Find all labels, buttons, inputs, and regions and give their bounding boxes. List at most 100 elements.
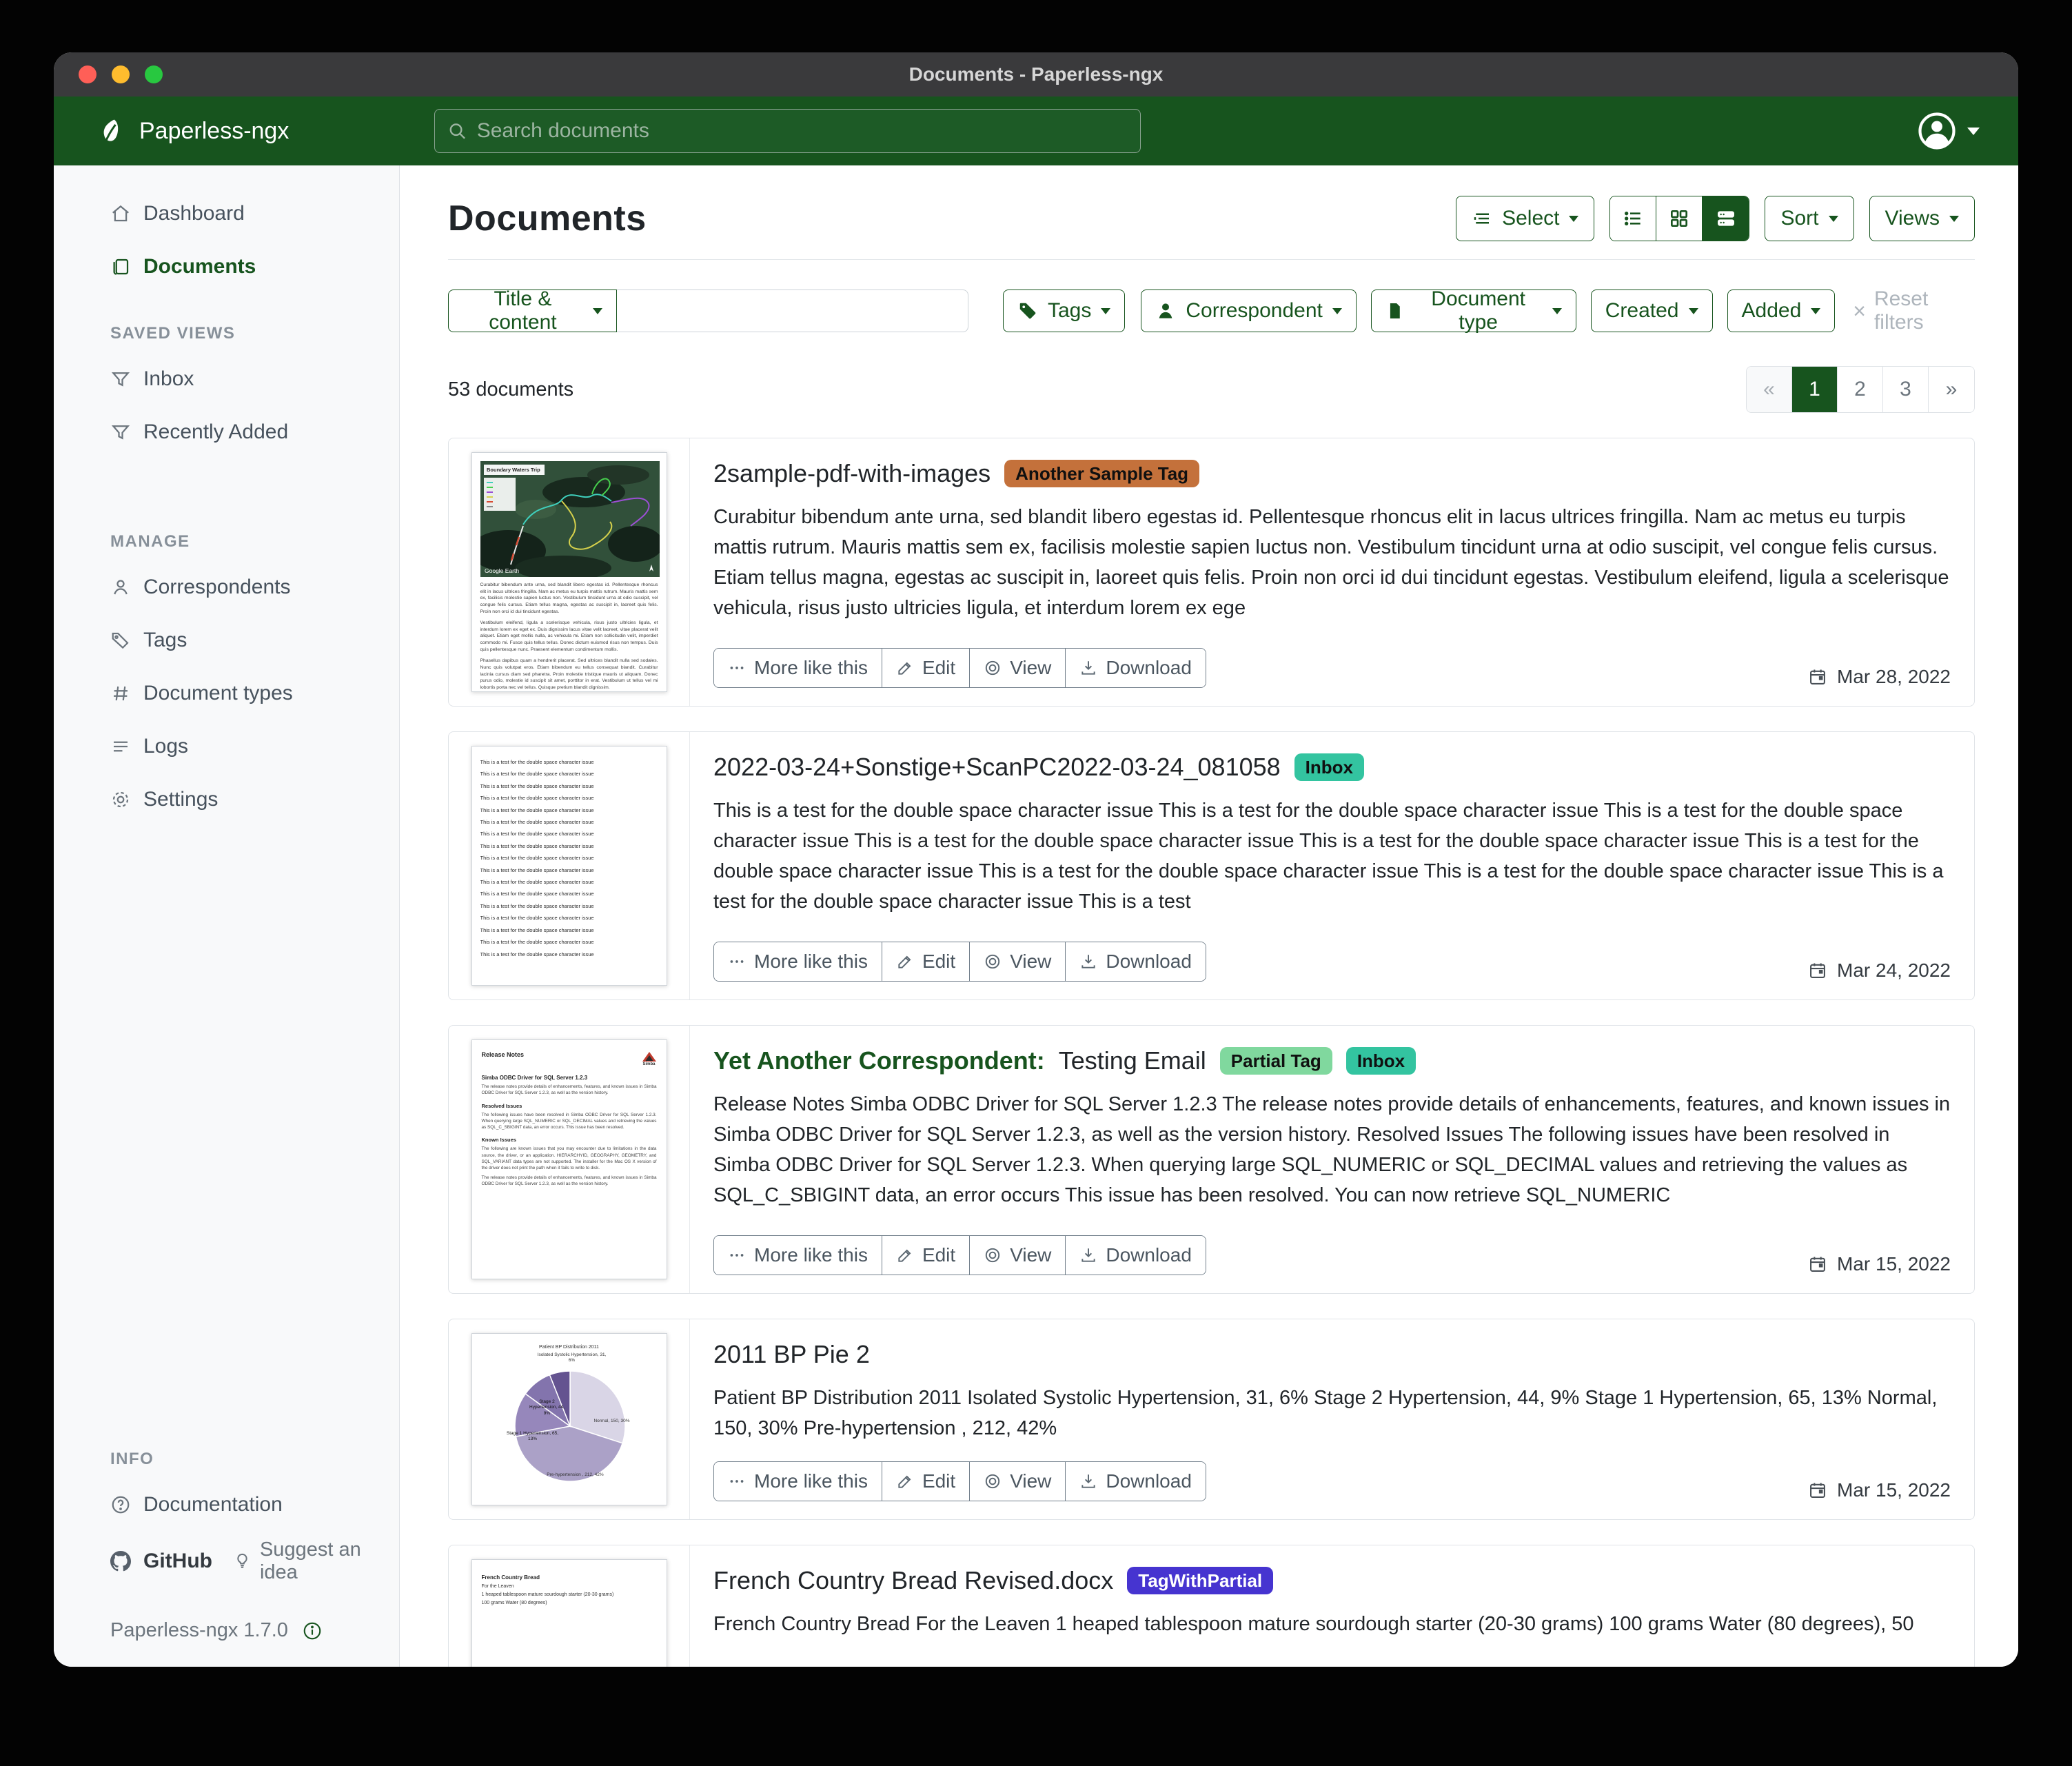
close-window-button[interactable] bbox=[79, 65, 97, 83]
pagination-prev[interactable]: « bbox=[1747, 367, 1792, 412]
document-thumbnail[interactable]: Release Notes Simba Simba ODBC Driver fo… bbox=[449, 1026, 690, 1293]
view-grid-button[interactable] bbox=[1656, 196, 1703, 241]
sidebar-item-inbox[interactable]: Inbox bbox=[54, 360, 399, 398]
user-menu[interactable] bbox=[1918, 112, 1980, 150]
tags-filter-button[interactable]: Tags bbox=[1003, 290, 1125, 332]
gear-icon bbox=[110, 789, 131, 810]
document-title[interactable]: 2sample-pdf-with-images bbox=[713, 459, 991, 488]
suggest-idea-link[interactable]: Suggest an idea bbox=[233, 1539, 399, 1584]
pagination-page-2[interactable]: 2 bbox=[1838, 367, 1883, 412]
view-button[interactable]: View bbox=[970, 1462, 1066, 1501]
chevron-down-icon bbox=[593, 308, 602, 314]
search-field-selector[interactable]: Title & content bbox=[448, 290, 617, 332]
tag-badge[interactable]: TagWithPartial bbox=[1127, 1567, 1273, 1594]
filter-text-input[interactable] bbox=[617, 290, 968, 332]
pagination-next[interactable]: » bbox=[1929, 367, 1974, 412]
correspondent-filter-button[interactable]: Correspondent bbox=[1141, 290, 1356, 332]
pie-label: Stage 1 Hypertension, 65, 13% bbox=[505, 1431, 560, 1443]
document-thumbnail[interactable]: Boundary Waters Trip Google Earth bbox=[449, 438, 690, 706]
minimize-window-button[interactable] bbox=[112, 65, 130, 83]
calendar-icon bbox=[1808, 961, 1827, 980]
zoom-window-button[interactable] bbox=[145, 65, 163, 83]
sidebar-item-tags[interactable]: Tags bbox=[54, 621, 399, 660]
document-title[interactable]: Testing Email bbox=[1059, 1046, 1206, 1075]
pagination-page-1[interactable]: 1 bbox=[1792, 367, 1838, 412]
view-button[interactable]: View bbox=[970, 1236, 1066, 1275]
person-icon bbox=[110, 577, 131, 598]
pie-label: Stage 2 Hypertension, 44, 9% bbox=[526, 1399, 569, 1417]
sidebar-item-document-types[interactable]: Document types bbox=[54, 674, 399, 713]
edit-button[interactable]: Edit bbox=[882, 942, 970, 981]
view-label: View bbox=[1010, 657, 1051, 679]
edit-button[interactable]: Edit bbox=[882, 649, 970, 687]
document-type-filter-button[interactable]: Document type bbox=[1371, 290, 1576, 332]
github-icon bbox=[110, 1551, 131, 1572]
view-button[interactable]: View bbox=[970, 942, 1066, 981]
view-list-button[interactable] bbox=[1610, 196, 1656, 241]
download-button[interactable]: Download bbox=[1066, 1236, 1206, 1275]
view-detail-button[interactable] bbox=[1703, 196, 1749, 241]
thumb-paragraph: The release notes provide details of enh… bbox=[482, 1084, 657, 1097]
tag-badge[interactable]: Inbox bbox=[1294, 753, 1364, 781]
list-nested-icon bbox=[1472, 208, 1492, 229]
tag-badge[interactable]: Partial Tag bbox=[1220, 1047, 1332, 1075]
reset-filters-button[interactable]: × Reset filters bbox=[1853, 287, 1975, 334]
app-window: Documents - Paperless-ngx Paperless-ngx bbox=[54, 52, 2018, 1667]
document-title[interactable]: 2022-03-24+Sonstige+ScanPC2022-03-24_081… bbox=[713, 753, 1281, 782]
eye-icon bbox=[984, 1472, 1002, 1490]
view-button[interactable]: View bbox=[970, 649, 1066, 687]
document-title[interactable]: French Country Bread Revised.docx bbox=[713, 1566, 1113, 1595]
chevron-down-icon bbox=[1829, 216, 1838, 222]
info-circle-icon[interactable] bbox=[302, 1621, 323, 1641]
download-button[interactable]: Download bbox=[1066, 1462, 1206, 1501]
sidebar-item-github[interactable]: GitHub bbox=[54, 1542, 212, 1581]
select-button[interactable]: Select bbox=[1456, 196, 1594, 241]
window-controls bbox=[79, 52, 163, 97]
document-actions: More like this Edit View bbox=[713, 1235, 1206, 1275]
eye-icon bbox=[984, 659, 1002, 677]
chevron-down-icon bbox=[1569, 216, 1578, 222]
download-button[interactable]: Download bbox=[1066, 942, 1206, 981]
document-thumbnail[interactable]: French Country Bread For the Leaven 1 he… bbox=[449, 1545, 690, 1667]
eye-icon bbox=[984, 953, 1002, 971]
document-title[interactable]: 2011 BP Pie 2 bbox=[713, 1340, 870, 1369]
app-brand[interactable]: Paperless-ngx bbox=[97, 116, 289, 146]
search-input[interactable] bbox=[477, 119, 1128, 143]
more-like-this-button[interactable]: More like this bbox=[714, 649, 882, 687]
sidebar-item-documentation[interactable]: Documentation bbox=[54, 1485, 399, 1524]
sort-label: Sort bbox=[1780, 207, 1818, 230]
tag-badge[interactable]: Another Sample Tag bbox=[1004, 460, 1199, 487]
sidebar-item-logs[interactable]: Logs bbox=[54, 727, 399, 766]
hash-icon bbox=[110, 683, 131, 704]
sidebar-item-dashboard[interactable]: Dashboard bbox=[54, 194, 399, 233]
calendar-icon bbox=[1808, 667, 1827, 687]
manage-header: MANAGE bbox=[54, 532, 399, 551]
global-search[interactable] bbox=[434, 109, 1141, 153]
pagination-page-3[interactable]: 3 bbox=[1883, 367, 1929, 412]
sidebar-item-correspondents[interactable]: Correspondents bbox=[54, 568, 399, 607]
search-field-label: Title & content bbox=[463, 287, 583, 334]
more-like-this-button[interactable]: More like this bbox=[714, 1236, 882, 1275]
document-thumbnail[interactable]: This is a test for the double space char… bbox=[449, 732, 690, 999]
edit-button[interactable]: Edit bbox=[882, 1236, 970, 1275]
brand-label: Paperless-ngx bbox=[139, 118, 289, 145]
download-button[interactable]: Download bbox=[1066, 649, 1206, 687]
document-correspondent[interactable]: Yet Another Correspondent: bbox=[713, 1046, 1045, 1075]
person-fill-icon bbox=[1155, 301, 1176, 321]
created-filter-button[interactable]: Created bbox=[1591, 290, 1713, 332]
tag-badge[interactable]: Inbox bbox=[1346, 1047, 1416, 1075]
thumb-paragraph: The following issues have been resolved … bbox=[482, 1112, 657, 1131]
app-header: Paperless-ngx bbox=[54, 97, 2018, 165]
added-filter-button[interactable]: Added bbox=[1727, 290, 1836, 332]
edit-button[interactable]: Edit bbox=[882, 1462, 970, 1501]
chevron-down-icon bbox=[1552, 308, 1562, 314]
views-button[interactable]: Views bbox=[1869, 196, 1975, 241]
more-like-this-button[interactable]: More like this bbox=[714, 1462, 882, 1501]
sort-button[interactable]: Sort bbox=[1765, 196, 1853, 241]
saved-views-header: SAVED VIEWS bbox=[54, 324, 399, 343]
sidebar-item-documents[interactable]: Documents bbox=[54, 247, 399, 286]
document-thumbnail[interactable]: Patient BP Distribution 2011 Isolated Sy… bbox=[449, 1319, 690, 1519]
sidebar-item-settings[interactable]: Settings bbox=[54, 780, 399, 819]
sidebar-item-recently-added[interactable]: Recently Added bbox=[54, 413, 399, 451]
more-like-this-button[interactable]: More like this bbox=[714, 942, 882, 981]
